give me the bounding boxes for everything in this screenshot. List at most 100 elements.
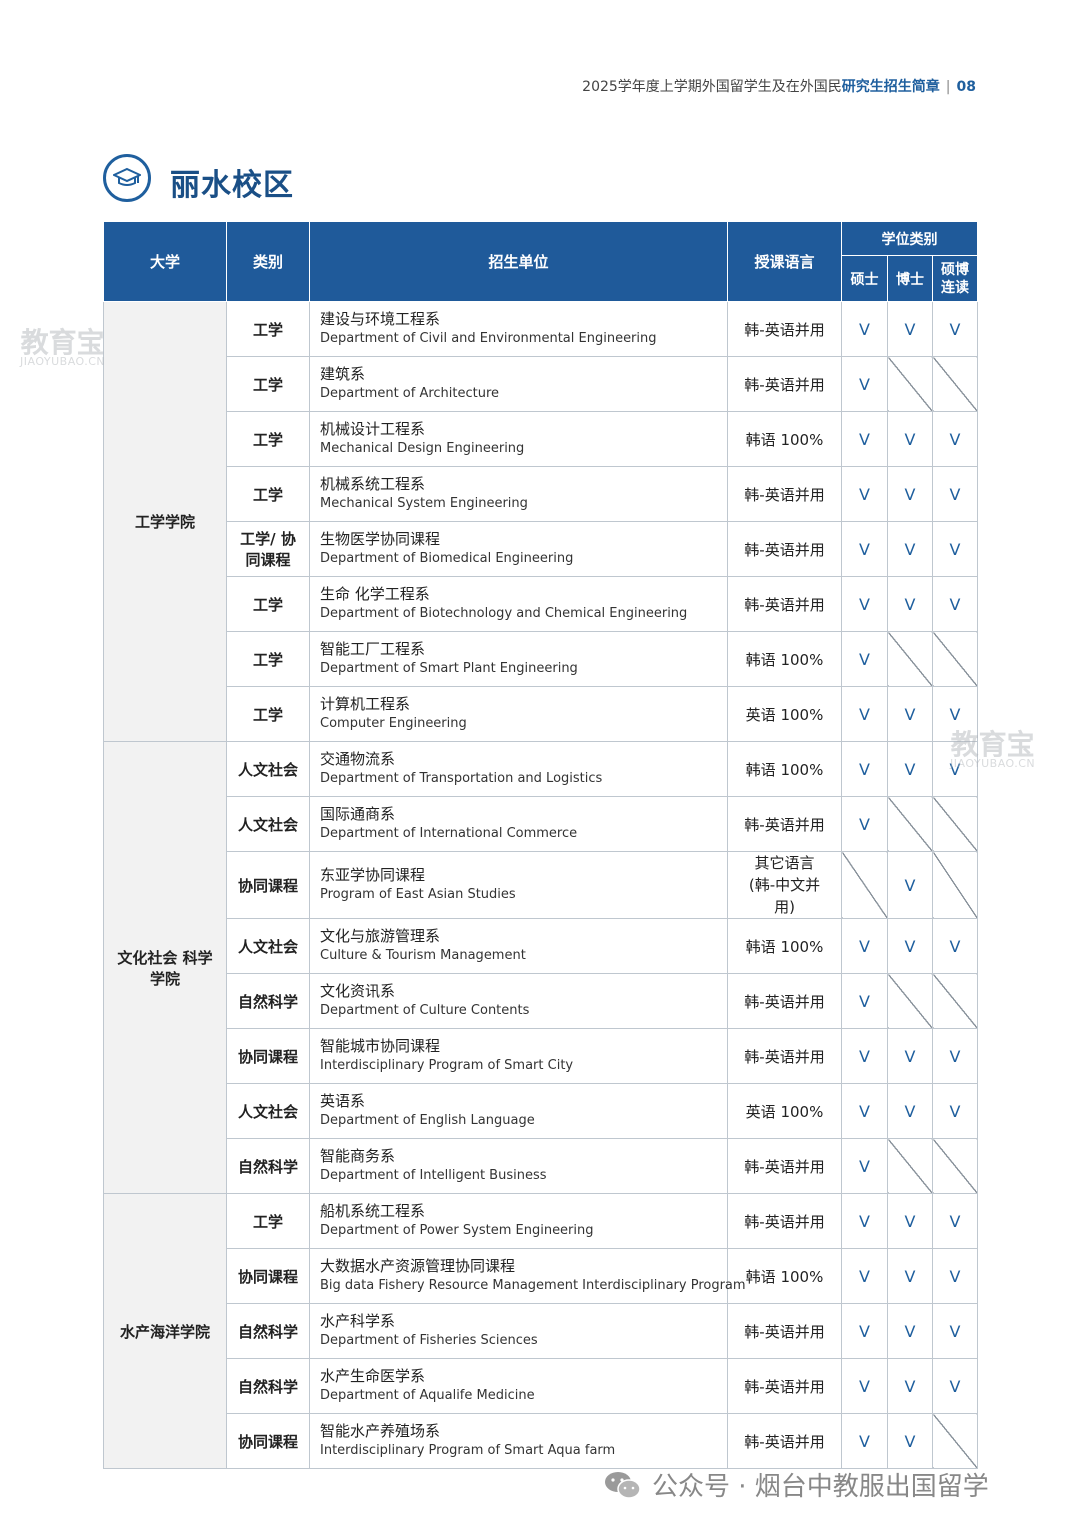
language-cell: 韩-英语并用 [727, 1193, 842, 1249]
unit-name-cn: 机械系统工程系 [320, 475, 426, 493]
category-cell: 工学 [226, 411, 310, 467]
table-row: 人文社会 英语系 Department of English Language 英语 … [104, 1083, 978, 1139]
unit-cell: 智能水产养殖场系 Interdisciplinary Program of Sma… [309, 1413, 728, 1469]
unit-name-cn: 文化与旅游管理系 [320, 927, 441, 945]
unit-name-en: Department of Biotechnology and Chemical… [320, 606, 688, 621]
doctor-not-available [887, 356, 933, 412]
language-cell: 韩-英语并用 [727, 356, 842, 412]
master-check: V [841, 1138, 888, 1194]
category-cell: 工学 [226, 1193, 310, 1249]
unit-cell: 机械设计工程系 Mechanical Design Engineering [309, 411, 728, 467]
doctor-not-available [887, 1138, 933, 1194]
category-cell: 自然科学 [226, 1303, 310, 1359]
table-row: 工学 建筑系 Department of Architecture 韩-英语并用 V [104, 356, 978, 412]
unit-name-cn: 水产生命医学系 [320, 1367, 426, 1385]
master-check: V [841, 1413, 888, 1469]
combined-not-available [932, 796, 978, 852]
unit-cell: 英语系 Department of English Language [309, 1083, 728, 1139]
combined-not-available [932, 851, 978, 919]
unit-cell: 国际通商系 Department of International Commerc… [309, 796, 728, 852]
doctor-not-available [887, 973, 933, 1029]
unit-name-en: Department of Civil and Environmental En… [320, 331, 657, 346]
unit-cell: 计算机工程系 Computer Engineering [309, 686, 728, 742]
doctor-check: V [887, 1358, 933, 1414]
unit-name-cn: 生命 化学工程系 [320, 585, 430, 603]
master-check: V [841, 741, 888, 797]
master-check: V [841, 1083, 888, 1139]
combined-check: V [932, 521, 978, 577]
doctor-check: V [887, 1028, 933, 1084]
unit-name-cn: 智能商务系 [320, 1147, 396, 1165]
language-cell: 其它语言 (韩-中文并用) [727, 851, 842, 919]
category-cell: 自然科学 [226, 973, 310, 1029]
category-cell: 人文社会 [226, 796, 310, 852]
unit-name-cn: 交通物流系 [320, 750, 396, 768]
unit-name-cn: 国际通商系 [320, 805, 396, 823]
unit-name-cn: 水产科学系 [320, 1312, 396, 1330]
table-row: 工学 智能工厂工程系 Department of Smart Plant Engin… [104, 631, 978, 687]
language-cell: 韩-英语并用 [727, 1413, 842, 1469]
unit-name-en: Department of Fisheries Sciences [320, 1333, 538, 1348]
table-row: 自然科学 水产生命医学系 Department of Aqualife Medici… [104, 1358, 978, 1414]
master-check: V [841, 973, 888, 1029]
unit-name-en: Department of Biomedical Engineering [320, 551, 574, 566]
table-row: 人文社会 国际通商系 Department of International Com… [104, 796, 978, 852]
unit-cell: 水产科学系 Department of Fisheries Sciences [309, 1303, 728, 1359]
unit-name-en: Interdisciplinary Program of Smart City [320, 1058, 574, 1073]
category-cell: 工学 [226, 686, 310, 742]
unit-name-en: Mechanical Design Engineering [320, 441, 525, 456]
footer-text: 公众号 · 烟台中教服出国留学 [652, 1472, 989, 1502]
language-cell: 英语 100% [727, 1083, 842, 1139]
combined-not-available [932, 973, 978, 1029]
header-bold: 研究生招生简章 [841, 79, 940, 95]
master-check: V [841, 576, 888, 632]
category-cell: 人文社会 [226, 1083, 310, 1139]
unit-cell: 机械系统工程系 Mechanical System Engineering [309, 466, 728, 522]
page-number: 08 [956, 79, 976, 95]
unit-cell: 建设与环境工程系 Department of Civil and Environm… [309, 301, 728, 357]
university-cell: 文化社会 科学学院 [103, 741, 227, 1194]
language-cell: 韩-英语并用 [727, 1138, 842, 1194]
doctor-check: V [887, 1193, 933, 1249]
language-cell: 韩-英语并用 [727, 796, 842, 852]
unit-name-cn: 建筑系 [320, 365, 366, 383]
category-cell: 自然科学 [226, 1358, 310, 1414]
master-check: V [841, 301, 888, 357]
combined-not-available [932, 1413, 978, 1469]
unit-name-cn: 建设与环境工程系 [320, 310, 441, 328]
unit-name-cn: 智能工厂工程系 [320, 640, 426, 658]
master-check: V [841, 1248, 888, 1304]
col-category: 类别 [226, 221, 310, 302]
unit-name-en: Program of East Asian Studies [320, 887, 516, 902]
section-title: 丽水校区 [170, 168, 294, 203]
category-cell: 协同课程 [226, 1248, 310, 1304]
doctor-check: V [887, 411, 933, 467]
watermark: 教育宝 JIAOYUBAO.CN [950, 731, 1035, 770]
page-header: 2025学年度上学期外国留学生及在外国民研究生招生简章 | 08 [582, 76, 976, 96]
table-row: 工学 机械系统工程系 Mechanical System Engineering 韩-… [104, 466, 978, 522]
master-check: V [841, 466, 888, 522]
master-check: V [841, 1193, 888, 1249]
table-row: 工学 机械设计工程系 Mechanical Design Engineering 韩语… [104, 411, 978, 467]
doctor-check: V [887, 576, 933, 632]
combined-check: V [932, 1193, 978, 1249]
unit-cell: 智能城市协同课程 Interdisciplinary Program of Sma… [309, 1028, 728, 1084]
language-cell: 韩语 100% [727, 411, 842, 467]
wechat-icon [604, 1470, 642, 1500]
col-doctor: 博士 [887, 255, 933, 302]
unit-name-cn: 大数据水产资源管理协同课程 [320, 1257, 516, 1275]
combined-check: V [932, 1083, 978, 1139]
language-cell: 韩语 100% [727, 1248, 842, 1304]
unit-cell: 船机系统工程系 Department of Power System Engine… [309, 1193, 728, 1249]
category-cell: 协同课程 [226, 1028, 310, 1084]
combined-check: V [932, 1303, 978, 1359]
col-degree-group: 学位类别 [841, 221, 978, 256]
doctor-check: V [887, 466, 933, 522]
language-cell: 韩-英语并用 [727, 1028, 842, 1084]
unit-name-cn: 机械设计工程系 [320, 420, 426, 438]
master-not-available [841, 851, 888, 919]
table-row: 水产海洋学院 工学 船机系统工程系 Department of Power Syste… [103, 1193, 978, 1469]
language-cell: 韩-英语并用 [727, 1358, 842, 1414]
doctor-check: V [887, 301, 933, 357]
unit-name-en: Department of Culture Contents [320, 1003, 530, 1018]
